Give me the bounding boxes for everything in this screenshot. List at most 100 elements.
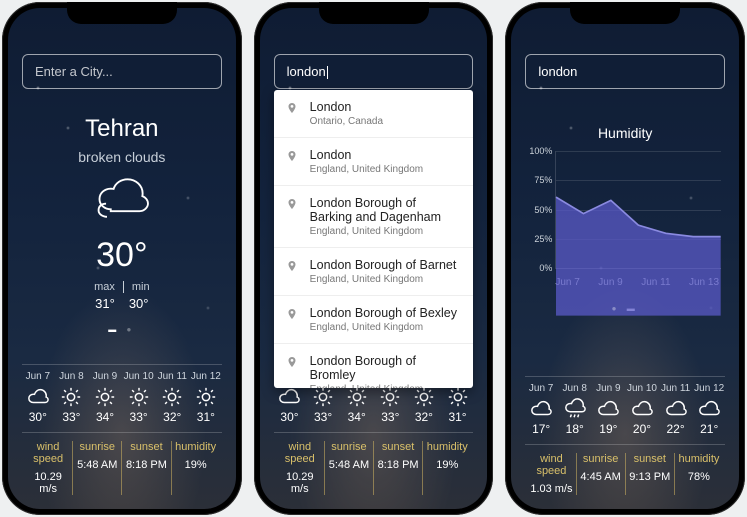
search-input[interactable] xyxy=(22,54,222,89)
sun-icon xyxy=(346,386,368,408)
forecast-date: Jun 9 xyxy=(593,383,625,394)
stat-label: wind speed xyxy=(26,441,70,465)
pin-icon xyxy=(286,355,300,372)
stat-value: 8:18 PM xyxy=(124,459,168,471)
forecast-day[interactable]: Jun 10 33° xyxy=(123,371,155,424)
page-dots[interactable]: ▬ ● xyxy=(22,325,222,334)
stat-value: 19% xyxy=(174,459,218,471)
pin-icon xyxy=(286,197,300,214)
sun-icon xyxy=(128,386,150,408)
forecast-date: Jun 10 xyxy=(123,371,155,382)
forecast-date: Jun 11 xyxy=(660,383,692,394)
suggestion-name: London xyxy=(310,100,383,114)
stat-label: sunrise xyxy=(327,441,371,453)
forecast-day[interactable]: Jun 1020° xyxy=(626,383,658,436)
search-input[interactable]: london xyxy=(525,54,725,89)
forecast-day[interactable]: Jun 833° xyxy=(56,371,88,424)
humidity-chart: 100%75%50%25%0% xyxy=(555,151,721,269)
suggestion-sub: England, United Kingdom xyxy=(310,164,423,175)
stat-value: 10.29 m/s xyxy=(278,471,322,495)
sun-icon xyxy=(413,386,435,408)
forecast-date: Jun 8 xyxy=(559,383,591,394)
stat-label: humidity xyxy=(425,441,469,453)
suggestion-sub: England, United Kingdom xyxy=(310,226,462,237)
forecast-day[interactable]: Jun 1221° xyxy=(693,383,725,436)
rain-icon xyxy=(564,398,586,420)
stats-footer: wind speed 10.29 m/s sunrise 5:48 AM sunse… xyxy=(274,433,474,495)
forecast-temp: 33° xyxy=(307,410,339,424)
stat-value: 78% xyxy=(677,471,721,483)
forecast-day[interactable]: 32° xyxy=(408,382,440,424)
notch xyxy=(319,2,429,24)
forecast-day[interactable]: Jun 1132° xyxy=(156,371,188,424)
current-temp: 30° xyxy=(22,236,222,275)
stat-value: 8:18 PM xyxy=(376,459,420,471)
forecast-temp: 33° xyxy=(375,410,407,424)
y-tick: 25% xyxy=(526,234,552,244)
cloud-icon xyxy=(631,398,653,420)
suggestion-sub: Ontario, Canada xyxy=(310,116,383,127)
cloud-icon xyxy=(27,386,49,408)
suggestion-name: London Borough of Barnet xyxy=(310,258,457,272)
stat-label: sunset xyxy=(628,453,672,465)
forecast-day[interactable]: Jun 717° xyxy=(525,383,557,436)
stat-value: 5:48 AM xyxy=(327,459,371,471)
y-tick: 0% xyxy=(526,263,552,273)
sun-icon xyxy=(161,386,183,408)
forecast-temp: 34° xyxy=(89,410,121,424)
forecast-strip[interactable]: Jun 717°Jun 8 18°Jun 919°Jun 1020°Jun 112… xyxy=(525,376,725,445)
forecast-date: Jun 8 xyxy=(56,371,88,382)
pin-icon xyxy=(286,101,300,118)
forecast-day[interactable]: 33° xyxy=(375,382,407,424)
stat-label: sunrise xyxy=(75,441,119,453)
screen: london London Ontario, Canada LondonEnglan… xyxy=(260,8,488,509)
forecast-temp: 31° xyxy=(190,410,222,424)
forecast-day[interactable]: Jun 730° xyxy=(22,371,54,424)
forecast-date: Jun 7 xyxy=(22,371,54,382)
forecast-day[interactable]: Jun 12 31° xyxy=(190,371,222,424)
forecast-day[interactable]: 31° xyxy=(442,382,474,424)
forecast-temp: 30° xyxy=(274,410,306,424)
cloud-icon xyxy=(597,398,619,420)
forecast-date: Jun 7 xyxy=(525,383,557,394)
autocomplete-item[interactable]: London Borough of Barnet England, United … xyxy=(274,247,474,295)
forecast-date: Jun 12 xyxy=(190,371,222,382)
forecast-day[interactable]: 33° xyxy=(307,382,339,424)
sun-icon xyxy=(379,386,401,408)
forecast-day[interactable]: Jun 8 18° xyxy=(559,383,591,436)
weather-icon xyxy=(92,175,152,221)
max-label: max xyxy=(94,281,115,293)
autocomplete-item[interactable]: London Borough of BexleyEngland, United … xyxy=(274,295,474,343)
suggestion-name: London Borough of Barking and Dagenham xyxy=(310,196,462,224)
autocomplete-item[interactable]: London Ontario, Canada xyxy=(274,90,474,137)
suggestion-sub: England, United Kingdom xyxy=(310,274,457,285)
pin-icon xyxy=(286,149,300,166)
forecast-strip[interactable]: Jun 730°Jun 833°Jun 934°Jun 10 33°Jun 113… xyxy=(22,364,222,433)
stat-value: 5:48 AM xyxy=(75,459,119,471)
stat-label: wind speed xyxy=(278,441,322,465)
forecast-day[interactable]: Jun 1122° xyxy=(660,383,692,436)
condition-text: broken clouds xyxy=(22,149,222,165)
forecast-day[interactable]: Jun 934° xyxy=(89,371,121,424)
autocomplete-item[interactable]: London Borough of Barking and Dagenham En… xyxy=(274,185,474,247)
forecast-day[interactable]: 30° xyxy=(274,382,306,424)
forecast-temp: 32° xyxy=(156,410,188,424)
search-input[interactable]: london xyxy=(274,54,474,89)
screen: london Humidity 100%75%50%25%0% Jun 7Jun… xyxy=(511,8,739,509)
sun-icon xyxy=(195,386,217,408)
autocomplete-item[interactable]: London Borough of Bromley England, United… xyxy=(274,343,474,388)
forecast-temp: 31° xyxy=(442,410,474,424)
suggestion-name: London Borough of Bromley xyxy=(310,354,462,382)
forecast-day[interactable]: Jun 919° xyxy=(593,383,625,436)
stat-label: sunset xyxy=(376,441,420,453)
suggestion-sub: England, United Kingdom xyxy=(310,384,462,388)
forecast-temp: 33° xyxy=(123,410,155,424)
pin-icon xyxy=(286,307,300,324)
forecast-temp: 18° xyxy=(559,422,591,436)
notch xyxy=(570,2,680,24)
suggestion-sub: England, United Kingdom xyxy=(310,322,457,333)
forecast-day[interactable]: 34° xyxy=(341,382,373,424)
forecast-date: Jun 12 xyxy=(693,383,725,394)
min-temp: 30° xyxy=(129,296,149,311)
autocomplete-item[interactable]: LondonEngland, United Kingdom xyxy=(274,137,474,185)
